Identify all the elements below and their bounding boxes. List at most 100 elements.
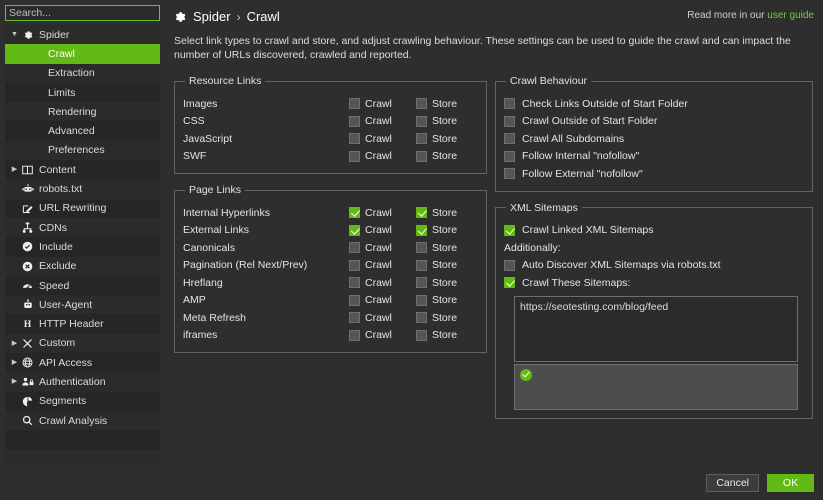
- page-link-store-checkbox[interactable]: [416, 312, 427, 323]
- resource-link-store-checkbox[interactable]: [416, 151, 427, 162]
- page-link-store-text: Store: [432, 277, 457, 289]
- page-link-store-group[interactable]: Store: [416, 207, 478, 219]
- page-link-crawl-text: Crawl: [365, 207, 392, 219]
- resource-link-crawl-checkbox[interactable]: [349, 133, 360, 144]
- sidebar-item-speed[interactable]: ▶Speed: [5, 276, 160, 295]
- crawl-linked-sitemaps-checkbox[interactable]: [504, 225, 515, 236]
- ok-button[interactable]: OK: [767, 474, 814, 492]
- page-link-store-checkbox[interactable]: [416, 277, 427, 288]
- page-link-crawl-group[interactable]: Crawl: [349, 294, 411, 306]
- page-link-crawl-checkbox[interactable]: [349, 242, 360, 253]
- cancel-button[interactable]: Cancel: [706, 474, 759, 492]
- sidebar-item-preferences[interactable]: ▶Preferences: [5, 141, 160, 160]
- sidebar-item-custom[interactable]: ▶Custom: [5, 334, 160, 353]
- search-input[interactable]: [5, 5, 160, 21]
- resource-link-store-group[interactable]: Store: [416, 133, 478, 145]
- resource-link-crawl-group[interactable]: Crawl: [349, 115, 411, 127]
- resource-link-crawl-checkbox[interactable]: [349, 116, 360, 127]
- page-link-store-group[interactable]: Store: [416, 277, 478, 289]
- chevron-right-icon[interactable]: ▶: [9, 378, 20, 385]
- sidebar-item-advanced[interactable]: ▶Advanced: [5, 121, 160, 140]
- page-link-crawl-group[interactable]: Crawl: [349, 242, 411, 254]
- page-link-crawl-group[interactable]: Crawl: [349, 259, 411, 271]
- crawl-behaviour-row[interactable]: Follow External "nofollow": [504, 165, 804, 183]
- page-link-crawl-group[interactable]: Crawl: [349, 277, 411, 289]
- page-link-crawl-checkbox[interactable]: [349, 225, 360, 236]
- sidebar-item-include[interactable]: ▶Include: [5, 237, 160, 256]
- user-guide-link[interactable]: user guide: [767, 10, 814, 21]
- page-link-crawl-checkbox[interactable]: [349, 295, 360, 306]
- chevron-right-icon[interactable]: ▶: [9, 166, 20, 173]
- sitemap-urls-textarea[interactable]: https://seotesting.com/blog/feed: [514, 296, 798, 362]
- sidebar-item-url-rewriting[interactable]: ▶URL Rewriting: [5, 199, 160, 218]
- resource-link-store-group[interactable]: Store: [416, 98, 478, 110]
- crawl-behaviour-row[interactable]: Follow Internal "nofollow": [504, 148, 804, 166]
- crawl-behaviour-checkbox[interactable]: [504, 151, 515, 162]
- crawl-these-sitemaps-checkbox[interactable]: [504, 277, 515, 288]
- sidebar-item-cdns[interactable]: ▶CDNs: [5, 218, 160, 237]
- page-link-store-group[interactable]: Store: [416, 312, 478, 324]
- sidebar-item-robots-txt[interactable]: ▶robots.txt: [5, 179, 160, 198]
- chevron-right-icon[interactable]: ▶: [9, 340, 20, 347]
- page-link-store-checkbox[interactable]: [416, 207, 427, 218]
- crawl-these-sitemaps-row[interactable]: Crawl These Sitemaps:: [504, 274, 804, 292]
- sidebar-item-crawl[interactable]: ▶Crawl: [5, 44, 160, 63]
- sidebar-item-crawl-analysis[interactable]: ▶Crawl Analysis: [5, 411, 160, 430]
- crawl-behaviour-row[interactable]: Check Links Outside of Start Folder: [504, 95, 804, 113]
- page-link-store-checkbox[interactable]: [416, 260, 427, 271]
- page-link-crawl-checkbox[interactable]: [349, 277, 360, 288]
- page-link-store-group[interactable]: Store: [416, 294, 478, 306]
- resource-link-store-group[interactable]: Store: [416, 150, 478, 162]
- sidebar-item-api-access[interactable]: ▶API Access: [5, 353, 160, 372]
- page-link-store-checkbox[interactable]: [416, 242, 427, 253]
- auto-discover-sitemaps-checkbox[interactable]: [504, 260, 515, 271]
- crawl-behaviour-row[interactable]: Crawl Outside of Start Folder: [504, 113, 804, 131]
- resource-link-crawl-group[interactable]: Crawl: [349, 98, 411, 110]
- resource-link-store-checkbox[interactable]: [416, 116, 427, 127]
- page-link-store-group[interactable]: Store: [416, 329, 478, 341]
- sidebar-item-limits[interactable]: ▶Limits: [5, 83, 160, 102]
- sidebar-item-rendering[interactable]: ▶Rendering: [5, 102, 160, 121]
- resource-link-crawl-group[interactable]: Crawl: [349, 150, 411, 162]
- resource-link-store-checkbox[interactable]: [416, 98, 427, 109]
- page-link-crawl-checkbox[interactable]: [349, 207, 360, 218]
- sidebar-item-content[interactable]: ▶Content: [5, 160, 160, 179]
- page-link-crawl-group[interactable]: Crawl: [349, 329, 411, 341]
- sidebar-item-authentication[interactable]: ▶Authentication: [5, 372, 160, 391]
- page-link-crawl-checkbox[interactable]: [349, 260, 360, 271]
- page-link-crawl-group[interactable]: Crawl: [349, 207, 411, 219]
- resource-link-crawl-checkbox[interactable]: [349, 98, 360, 109]
- page-link-store-group[interactable]: Store: [416, 224, 478, 236]
- page-link-store-checkbox[interactable]: [416, 225, 427, 236]
- chevron-down-icon[interactable]: ▼: [9, 31, 20, 38]
- crawl-behaviour-checkbox[interactable]: [504, 133, 515, 144]
- page-link-crawl-group[interactable]: Crawl: [349, 312, 411, 324]
- settings-tree[interactable]: ▼Spider▶Crawl▶Extraction▶Limits▶Renderin…: [5, 25, 160, 465]
- sidebar-item-user-agent[interactable]: ▶User-Agent: [5, 295, 160, 314]
- chevron-right-icon[interactable]: ▶: [9, 359, 20, 366]
- auto-discover-sitemaps-row[interactable]: Auto Discover XML Sitemaps via robots.tx…: [504, 257, 804, 275]
- resource-link-store-group[interactable]: Store: [416, 115, 478, 127]
- resource-link-crawl-group[interactable]: Crawl: [349, 133, 411, 145]
- crawl-behaviour-checkbox[interactable]: [504, 168, 515, 179]
- crawl-behaviour-checkbox[interactable]: [504, 98, 515, 109]
- sidebar-item-exclude[interactable]: ▶Exclude: [5, 257, 160, 276]
- crawl-linked-sitemaps-row[interactable]: Crawl Linked XML Sitemaps: [504, 222, 804, 240]
- sidebar-item-extraction[interactable]: ▶Extraction: [5, 64, 160, 83]
- page-link-store-checkbox[interactable]: [416, 295, 427, 306]
- page-link-crawl-group[interactable]: Crawl: [349, 224, 411, 236]
- page-link-store-group[interactable]: Store: [416, 259, 478, 271]
- sidebar-item-http-header[interactable]: ▶HHTTP Header: [5, 314, 160, 333]
- page-link-store-checkbox[interactable]: [416, 330, 427, 341]
- crawl-behaviour-row[interactable]: Crawl All Subdomains: [504, 130, 804, 148]
- sidebar-item-spider[interactable]: ▼Spider: [5, 25, 160, 44]
- tree-spacer: ▶: [9, 224, 20, 231]
- breadcrumb-root[interactable]: Spider: [193, 9, 231, 24]
- page-link-crawl-checkbox[interactable]: [349, 330, 360, 341]
- sidebar-item-segments[interactable]: ▶Segments: [5, 392, 160, 411]
- resource-link-crawl-checkbox[interactable]: [349, 151, 360, 162]
- page-link-store-group[interactable]: Store: [416, 242, 478, 254]
- crawl-behaviour-checkbox[interactable]: [504, 116, 515, 127]
- page-link-crawl-checkbox[interactable]: [349, 312, 360, 323]
- resource-link-store-checkbox[interactable]: [416, 133, 427, 144]
